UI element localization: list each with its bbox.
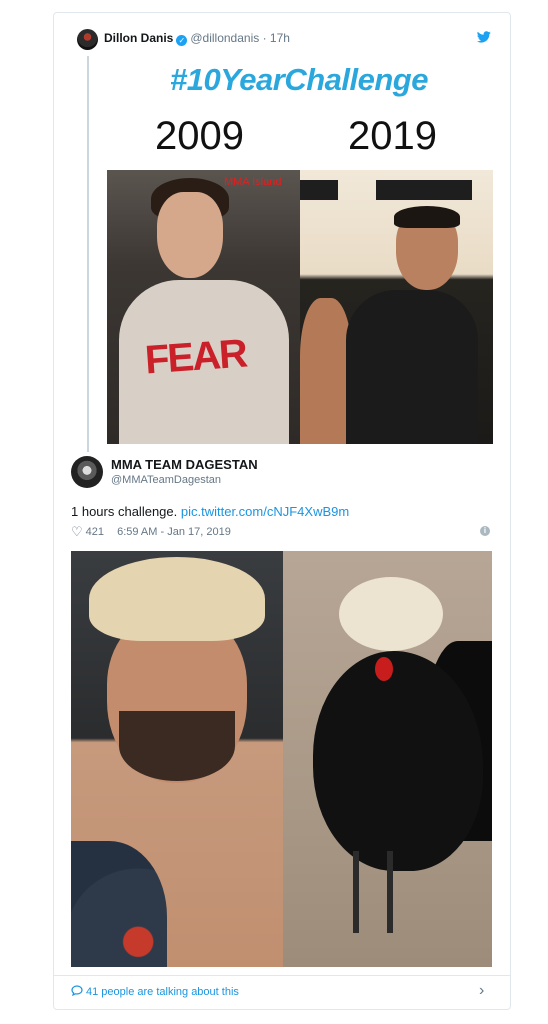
year-2009-label: 2009	[155, 114, 244, 158]
heart-icon[interactable]: ♡	[71, 524, 83, 540]
thread-line	[87, 56, 89, 452]
footer-divider	[54, 975, 510, 976]
face-shape	[157, 192, 223, 278]
arm-shape	[300, 298, 352, 444]
photo-2009[interactable]: FEAR MMA Island	[107, 170, 300, 444]
chevron-right-icon[interactable]: ›	[479, 982, 484, 1000]
photo-rooster[interactable]	[283, 551, 492, 967]
year-2019-label: 2019	[348, 114, 437, 158]
talking-text: 41 people are talking about this	[86, 986, 239, 998]
author-name[interactable]: MMA TEAM DAGESTAN	[111, 457, 258, 472]
comment-icon	[71, 985, 83, 997]
photo-2019[interactable]	[300, 170, 493, 444]
rooster-wattle-shape	[375, 657, 393, 681]
quoted-author-name[interactable]: Dillon Danis	[104, 31, 173, 45]
tattoo-shape	[71, 841, 167, 967]
beard-shape	[119, 711, 235, 781]
rooster-crest-shape	[339, 577, 443, 651]
tweet-meta: ♡ 421 6:59 AM - Jan 17, 2019	[71, 524, 231, 540]
dillon-avatar[interactable]	[77, 29, 98, 50]
rooster-leg-shape	[387, 851, 393, 933]
like-count[interactable]: 421	[86, 526, 104, 538]
verified-badge-icon: ✓	[176, 35, 188, 46]
tweet-timestamp[interactable]: 6:59 AM - Jan 17, 2019	[117, 526, 231, 538]
hair-shape	[89, 557, 265, 641]
tweet-pic-link[interactable]: pic.twitter.com/cNJF4XwB9m	[181, 504, 349, 519]
watermark: MMA Island	[224, 176, 282, 188]
challenge-title: #10YearChallenge	[170, 62, 428, 97]
twitter-bird-icon[interactable]	[477, 31, 491, 43]
background-sign	[376, 180, 472, 200]
tweet-text: 1 hours challenge. pic.twitter.com/cNJF4…	[71, 504, 349, 519]
rooster-leg-shape	[353, 851, 359, 933]
quoted-author-handle[interactable]: @dillondanis	[190, 31, 259, 45]
talking-link[interactable]: 41 people are talking about this	[71, 985, 239, 998]
quoted-time[interactable]: · 17h	[263, 31, 290, 45]
hair-shape	[394, 206, 460, 228]
author-handle[interactable]: @MMATeamDagestan	[111, 474, 221, 486]
mma-team-avatar[interactable]	[71, 456, 103, 488]
shirt-shape	[346, 290, 478, 444]
tweet-body: 1 hours challenge.	[71, 504, 178, 519]
sweater-lettering: FEAR	[143, 331, 248, 383]
photo-fighter[interactable]	[71, 551, 283, 967]
info-icon[interactable]: i	[480, 526, 490, 536]
quoted-author-row: Dillon Danis ✓ @dillondanis · 17h	[104, 31, 290, 46]
background-sign	[300, 180, 338, 200]
